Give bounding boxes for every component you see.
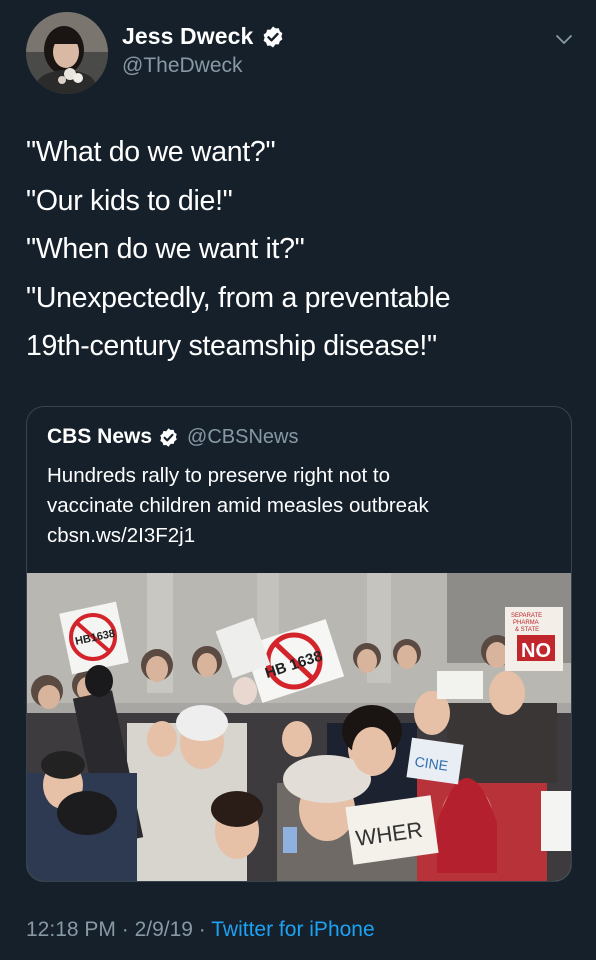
sign: CINE xyxy=(406,737,464,785)
tweet-footer: 12:18 PM · 2/9/19 · Twitter for iPhone xyxy=(26,918,375,942)
quoted-text-line: vaccinate children amid measles outbreak xyxy=(47,494,429,517)
tweet-header: Jess Dweck @TheDweck xyxy=(0,0,596,110)
svg-text:SEPARATE: SEPARATE xyxy=(511,613,542,619)
svg-text:NO: NO xyxy=(521,640,551,662)
tweet-text: "What do we want?" "Our kids to die!" "W… xyxy=(26,128,574,371)
quoted-tweet-photo[interactable]: HB1638 HB 1638 SEPARATE PHARMA & STATE N… xyxy=(27,573,571,881)
author-display-name[interactable]: Jess Dweck xyxy=(122,23,253,50)
tweet-line: "When do we want it?" xyxy=(26,233,305,265)
chevron-down-icon[interactable] xyxy=(554,30,574,50)
svg-text:& STATE: & STATE xyxy=(515,627,539,633)
sign: WHER xyxy=(345,795,439,865)
tweet-line: "Our kids to die!" xyxy=(26,184,233,217)
quoted-author-name: CBS News xyxy=(47,425,153,448)
quoted-tweet-header: CBS News @CBSNews xyxy=(47,425,298,449)
quoted-tweet-text: Hundreds rally to preserve right not to … xyxy=(47,461,557,551)
quoted-text-line: Hundreds rally to preserve right not to xyxy=(47,464,390,487)
tweet-line: "What do we want?" xyxy=(26,136,276,168)
svg-text:PHARMA: PHARMA xyxy=(513,620,539,626)
separator: · xyxy=(192,918,212,941)
author-handle[interactable]: @TheDweck xyxy=(122,54,243,78)
quoted-link[interactable]: cbsn.ws/2I3F2j1 xyxy=(47,521,557,551)
verified-badge-icon xyxy=(160,427,177,447)
tweet-line: 19th-century steamship disease!" xyxy=(26,330,437,362)
rally-photo-illustration: HB1638 HB 1638 SEPARATE PHARMA & STATE N… xyxy=(27,573,571,881)
tweet-date[interactable]: 2/9/19 xyxy=(135,918,193,941)
sign: SEPARATE PHARMA & STATE NO xyxy=(505,607,563,671)
quoted-tweet-card[interactable]: CBS News @CBSNews Hundreds rally to pres… xyxy=(26,406,572,882)
author-name-row[interactable]: Jess Dweck xyxy=(122,23,285,50)
tweet-source-link[interactable]: Twitter for iPhone xyxy=(211,918,374,941)
separator: · xyxy=(115,918,135,941)
tweet-time[interactable]: 12:18 PM xyxy=(26,918,116,941)
quoted-author-handle: @CBSNews xyxy=(187,425,299,448)
avatar[interactable] xyxy=(26,12,108,94)
tweet-line: "Unexpectedly, from a preventable xyxy=(26,281,451,314)
verified-badge-icon xyxy=(264,26,283,47)
